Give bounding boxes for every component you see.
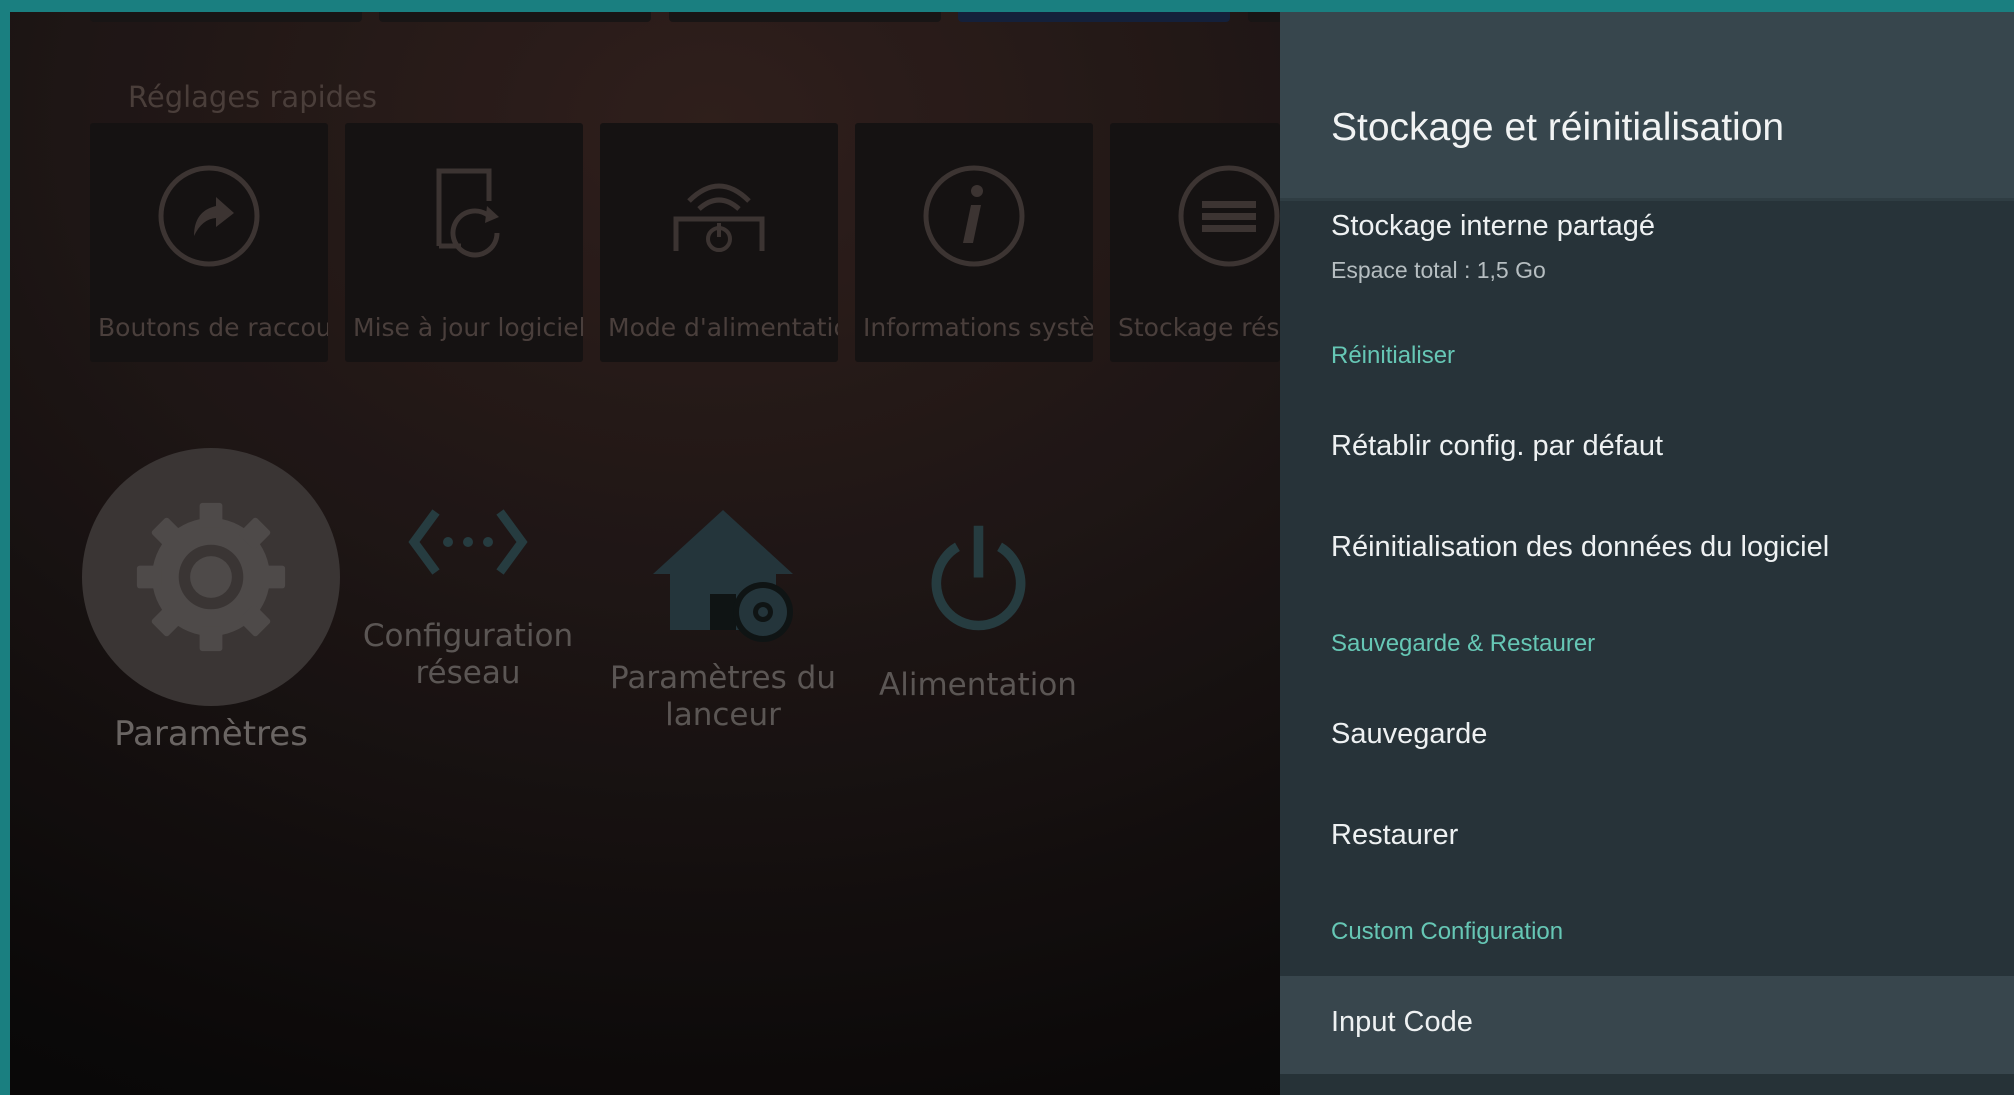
quick-tile-shortcuts[interactable]: Boutons de raccou... [90,123,328,362]
app-settings[interactable]: Paramètres [81,448,341,753]
shortcut-arrow-icon [158,165,260,267]
quick-tile-system-info[interactable]: Informations systè... [855,123,1093,362]
network-config-icon [408,509,528,575]
quick-tile-storage[interactable]: Stockage rés [1110,123,1280,362]
quick-tile-label: Boutons de raccou... [98,313,328,342]
info-icon [923,165,1025,267]
panel-title: Stockage et réinitialisation [1331,106,1785,149]
panel-bottom-edge [1280,1074,2014,1095]
quick-settings-title: Réglages rapides [128,80,378,114]
storage-total-space: Espace total : 1,5 Go [1331,257,1546,283]
section-header-backup-restore: Sauvegarde & Restaurer [1331,630,1596,657]
quick-tile-software-update[interactable]: Mise à jour logiciel [345,123,583,362]
power-mode-icon [673,183,765,252]
software-update-icon [436,168,500,258]
app-label: Alimentation [879,667,1077,703]
quick-tile-label: Informations systè... [863,313,1093,342]
app-label: Paramètres du lanceur [610,660,836,733]
top-row-tile[interactable] [90,12,362,22]
top-row-tile[interactable] [958,12,1230,22]
app-label: Configuration réseau [362,618,574,691]
power-icon [931,525,1025,631]
storage-title: Stockage interne partagé [1331,210,1656,242]
focus-circle [82,448,340,706]
launcher-settings-icon [653,510,793,642]
top-row-tile[interactable] [379,12,651,22]
quick-tile-label: Mise à jour logiciel [353,313,583,342]
quick-tile-label: Mode d'alimentation [608,313,838,342]
panel-header: Stockage et réinitialisation [1280,12,2014,201]
top-row-tile[interactable] [669,12,941,22]
storage-menu-icon [1178,165,1280,267]
section-header-custom-configuration: Custom Configuration [1331,918,1564,945]
shared-internal-storage-item[interactable]: Stockage interne partagé Espace total : … [1331,210,2014,284]
app-power[interactable]: Alimentation [848,520,1108,704]
software-data-reset-item[interactable]: Réinitialisation des données du logiciel [1331,531,2014,564]
quick-tile-label: Stockage rés [1118,313,1280,342]
restore-default-config-item[interactable]: Rétablir config. par défaut [1331,430,2014,463]
app-launcher-settings[interactable]: Paramètres du lanceur [593,510,853,734]
section-header-reset: Réinitialiser [1331,342,1456,369]
storage-reset-panel: Stockage et réinitialisation Stockage in… [1280,12,2014,1095]
app-network-config[interactable]: Configuration réseau [338,502,598,692]
app-label: Paramètres [114,714,308,754]
gear-icon [136,502,286,652]
backup-item[interactable]: Sauvegarde [1331,718,2014,751]
quick-tile-power-mode[interactable]: Mode d'alimentation [600,123,838,362]
input-code-item[interactable]: Input Code [1331,1006,2014,1039]
restore-item[interactable]: Restaurer [1331,819,2014,852]
